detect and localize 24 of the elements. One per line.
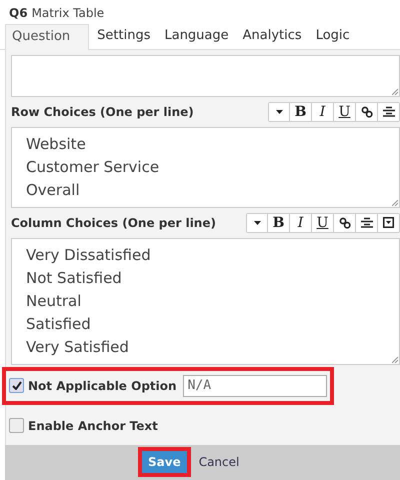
choice-line: Very Dissatisfied xyxy=(26,244,152,266)
section-label: Row Choices (One per line) xyxy=(11,104,194,119)
option-label: Enable Anchor Text xyxy=(28,418,158,433)
option-text-field[interactable]: N/A xyxy=(182,374,327,397)
choice-line: Customer Service xyxy=(26,156,160,178)
tab[interactable]: Settings xyxy=(91,24,156,49)
tab[interactable]: Logic xyxy=(310,24,356,49)
choice-line: Neutral xyxy=(26,290,82,312)
question-type: Matrix Table xyxy=(32,6,104,20)
choice-line: Very Satisfied xyxy=(26,336,130,358)
tab[interactable]: Analytics xyxy=(236,24,308,49)
question-number: Q6 xyxy=(9,6,28,20)
option-label: Not Applicable Option xyxy=(28,378,177,393)
choice-line: Not Satisfied xyxy=(26,268,123,289)
choice-line: Satisfied xyxy=(26,314,92,335)
save-button[interactable]: Save xyxy=(142,451,187,474)
choices-textarea[interactable]: Very Dissatisfied Not Satisfied Neutral Satisfied Very Satisfied xyxy=(11,238,400,365)
choices-textarea[interactable]: Website Customer Service Overall xyxy=(11,126,400,208)
section-label: Column Choices (One per line) xyxy=(11,216,216,230)
tab[interactable]: Question xyxy=(5,24,90,50)
cancel-button[interactable]: Cancel xyxy=(198,455,240,470)
choice-line: Overall xyxy=(26,180,81,201)
choice-line: Website xyxy=(26,134,87,155)
tab[interactable]: Language xyxy=(158,24,235,49)
